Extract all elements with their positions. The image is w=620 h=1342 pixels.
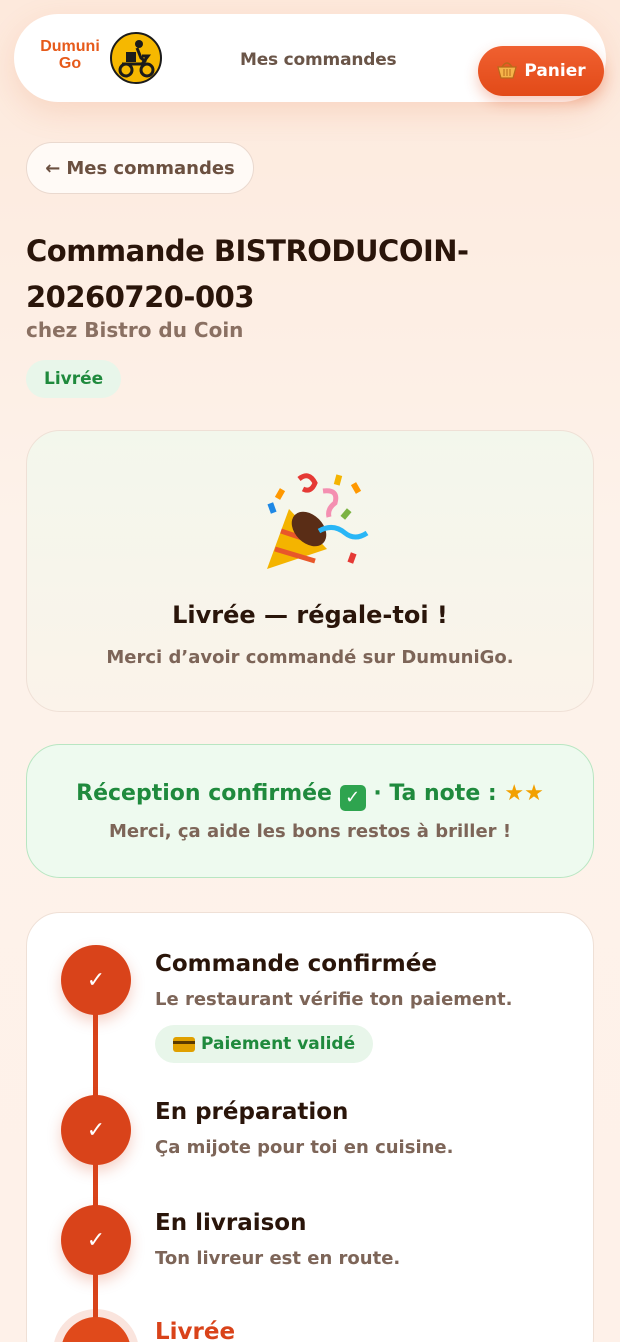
arrow-left-icon: ← <box>45 157 61 179</box>
delivery-scooter-icon <box>110 32 162 84</box>
cart-button-label: Panier <box>524 61 586 81</box>
step-title: En livraison <box>155 1210 307 1236</box>
logo-text: Dumuni Go <box>40 38 100 72</box>
reception-confirmed-text: Réception confirmée <box>76 781 332 806</box>
rating-stars: ★★ <box>504 781 544 806</box>
credit-card-icon <box>173 1036 195 1052</box>
celebration-subtitle: Merci d’avoir commandé sur DumuniGo. <box>106 647 514 668</box>
reception-card: Réception confirmée ✓ · Ta note : ★★ Mer… <box>26 744 594 878</box>
restaurant-name: chez Bistro du Coin <box>26 318 244 342</box>
step-description: Le restaurant vérifie ton paiement. <box>155 989 513 1010</box>
rating-label: Ta note : <box>389 781 497 806</box>
payment-validated-badge: Paiement validé <box>155 1025 374 1063</box>
dumunigo-logo[interactable]: Dumuni Go <box>30 30 164 86</box>
step-title-current: Livrée <box>155 1319 236 1342</box>
cart-button[interactable]: Panier <box>478 46 604 96</box>
step-current-icon <box>61 1317 131 1342</box>
check-mark-icon: ✓ <box>339 785 366 811</box>
step-title: En préparation <box>155 1099 349 1125</box>
celebration-title: Livrée — régale-toi ! <box>172 601 448 629</box>
celebration-card: Livrée — régale-toi ! Merci d’avoir comm… <box>26 430 594 712</box>
reception-subtitle: Merci, ça aide les bons restos à briller… <box>108 821 512 842</box>
back-to-orders-button[interactable]: ← Mes commandes <box>26 142 254 194</box>
page-title: Commande BISTRODUCOIN-20260720-003 <box>26 234 469 314</box>
status-badge: Livrée <box>26 360 122 398</box>
step-check-icon: ✓ <box>61 945 131 1015</box>
step-check-icon: ✓ <box>61 1205 131 1275</box>
basket-icon <box>496 59 518 84</box>
nav-my-orders-link[interactable]: Mes commandes <box>240 50 397 70</box>
reception-line: Réception confirmée ✓ · Ta note : ★★ <box>27 781 593 811</box>
back-button-label: Mes commandes <box>66 157 235 179</box>
step-description: Ton livreur est en route. <box>155 1248 401 1269</box>
step-description: Ça mijote pour toi en cuisine. <box>155 1137 454 1158</box>
step-title: Commande confirmée <box>155 951 437 977</box>
step-check-icon: ✓ <box>61 1095 131 1165</box>
party-popper-icon <box>259 469 369 579</box>
order-timeline: ✓ Commande confirmée Le restaurant vérif… <box>26 912 594 1342</box>
top-header: Dumuni Go Mes commandes Panier <box>14 14 606 102</box>
payment-badge-label: Paiement validé <box>201 1034 356 1054</box>
separator-dot: · <box>373 781 382 806</box>
